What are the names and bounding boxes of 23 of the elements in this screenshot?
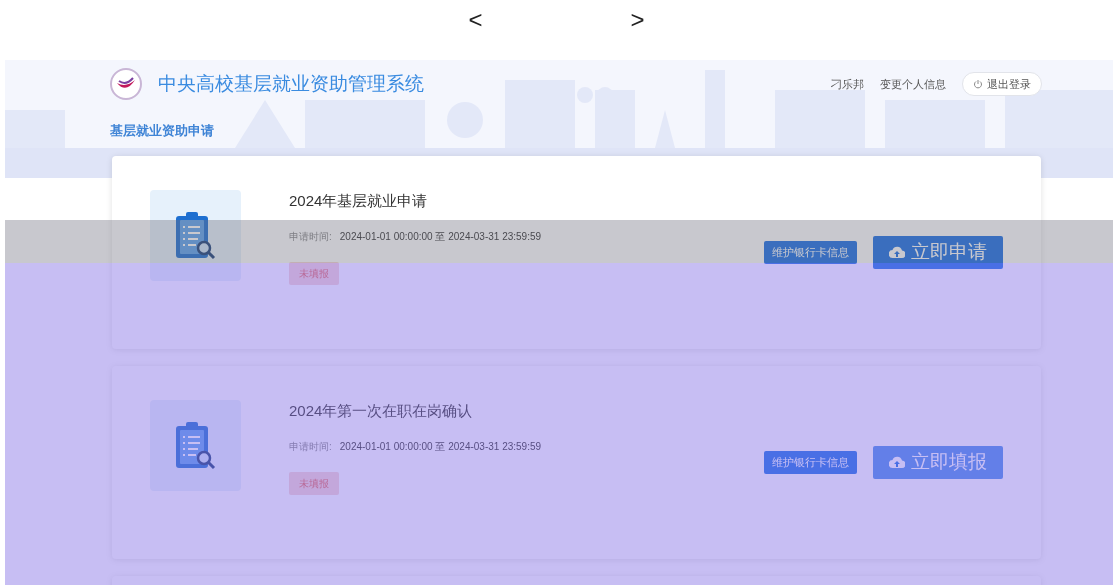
upload-cloud-icon	[889, 455, 905, 469]
power-icon	[973, 79, 983, 89]
profile-link[interactable]: 变更个人信息	[880, 75, 946, 93]
time-label: 申请时间:	[289, 229, 332, 244]
nav-tab[interactable]: 基层就业资助申请	[110, 120, 214, 140]
status-tag: 未填报	[289, 261, 339, 285]
logout-button[interactable]: 退出登录	[962, 71, 1042, 97]
next-button[interactable]: >	[626, 4, 649, 36]
time-range: 2024-01-01 00:00:00 至 2024-03-31 23:59:59	[339, 229, 542, 244]
apply-button[interactable]: 立即申请	[873, 236, 1003, 269]
bank-card-button[interactable]: 维护银行卡信息	[764, 241, 857, 264]
status-tag: 未填报	[289, 471, 339, 495]
clipboard-search-icon	[173, 419, 218, 472]
time-range: 2024-01-01 00:00:00 至 2024-03-31 23:59:59	[339, 439, 542, 454]
clipboard-search-icon	[173, 209, 218, 262]
prev-button[interactable]: <	[464, 4, 487, 36]
application-title: 2024年第一次在职在岗确认	[289, 401, 474, 421]
logo-icon	[110, 68, 142, 100]
bank-card-button[interactable]: 维护银行卡信息	[764, 451, 857, 474]
application-title: 2024年基层就业申请	[289, 191, 429, 211]
system-title: 中央高校基层就业资助管理系统	[158, 71, 424, 96]
user-name: 刁乐邦	[831, 76, 864, 92]
upload-cloud-icon	[889, 245, 905, 259]
